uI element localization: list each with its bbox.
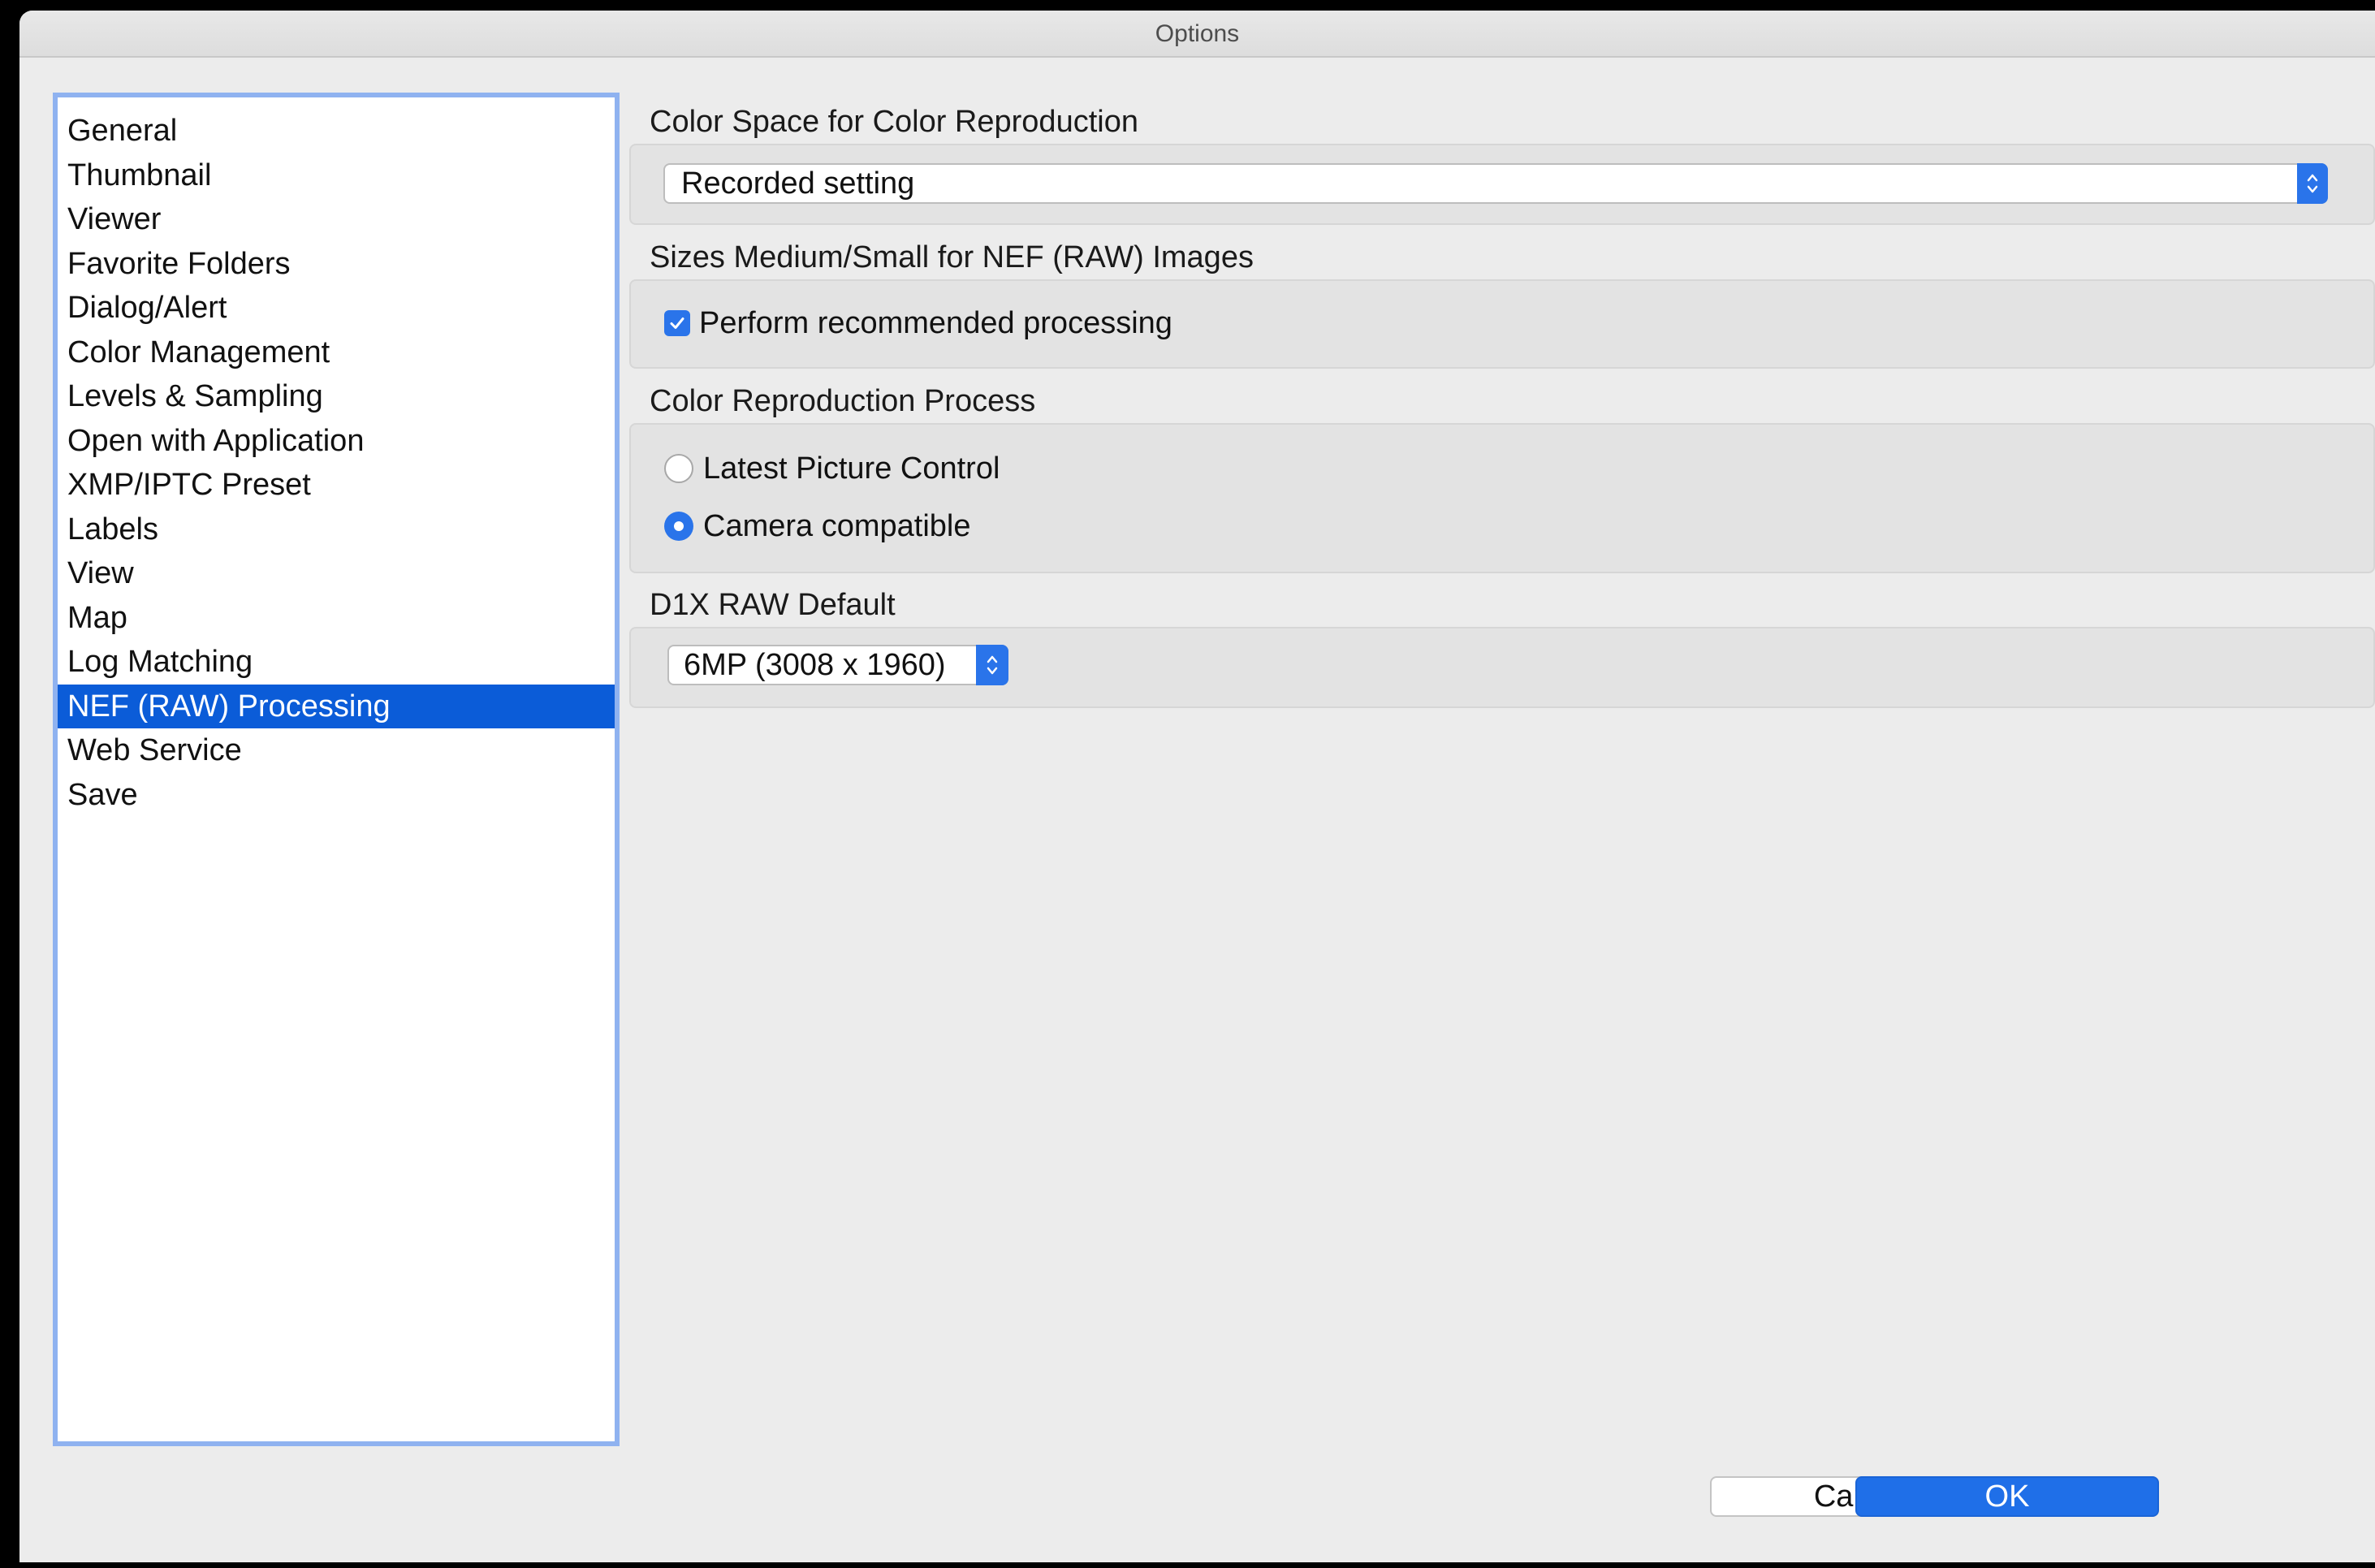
up-down-chevron-icon[interactable] <box>976 645 1008 685</box>
sidebar-item-xmp-iptc-preset[interactable]: XMP/IPTC Preset <box>58 463 615 508</box>
options-window: Options General Thumbnail Viewer Favorit… <box>19 11 2375 1562</box>
settings-panel: Color Space for Color Reproduction Recor… <box>629 11 2375 1562</box>
checkmark-icon <box>670 317 684 329</box>
sidebar-item-view[interactable]: View <box>58 551 615 596</box>
sidebar-item-color-management[interactable]: Color Management <box>58 330 615 375</box>
sidebar-item-thumbnail[interactable]: Thumbnail <box>58 153 615 198</box>
color-reproduction-group <box>629 423 2375 573</box>
latest-picture-control-label[interactable]: Latest Picture Control <box>703 451 1000 486</box>
radio-dot-icon <box>674 521 684 531</box>
sidebar-item-save[interactable]: Save <box>58 773 615 818</box>
sizes-section-title: Sizes Medium/Small for NEF (RAW) Images <box>650 240 1254 274</box>
sidebar-item-labels[interactable]: Labels <box>58 508 615 552</box>
sidebar-item-log-matching[interactable]: Log Matching <box>58 640 615 685</box>
sidebar-item-levels-sampling[interactable]: Levels & Sampling <box>58 374 615 419</box>
sidebar-item-map[interactable]: Map <box>58 596 615 641</box>
sidebar-item-favorite-folders[interactable]: Favorite Folders <box>58 242 615 287</box>
d1x-raw-select[interactable]: 6MP (3008 x 1960) <box>667 645 1008 685</box>
color-space-value: Recorded setting <box>681 166 915 201</box>
sidebar-item-nef-raw-processing[interactable]: NEF (RAW) Processing <box>58 684 615 728</box>
sidebar-item-web-service[interactable]: Web Service <box>58 728 615 773</box>
perform-processing-label[interactable]: Perform recommended processing <box>699 305 1172 341</box>
sidebar-item-open-with-application[interactable]: Open with Application <box>58 419 615 464</box>
up-down-chevron-icon[interactable] <box>2297 163 2328 204</box>
d1x-raw-section-title: D1X RAW Default <box>650 588 896 622</box>
color-reproduction-section-title: Color Reproduction Process <box>650 384 1036 418</box>
perform-processing-checkbox[interactable] <box>664 310 690 336</box>
sidebar-item-viewer[interactable]: Viewer <box>58 197 615 242</box>
color-space-section-title: Color Space for Color Reproduction <box>650 105 1138 139</box>
sidebar-item-dialog-alert[interactable]: Dialog/Alert <box>58 286 615 330</box>
d1x-raw-value: 6MP (3008 x 1960) <box>684 648 946 682</box>
latest-picture-control-radio[interactable] <box>664 454 693 483</box>
ok-button[interactable]: OK <box>1855 1476 2159 1517</box>
camera-compatible-label[interactable]: Camera compatible <box>703 508 970 544</box>
options-category-list[interactable]: General Thumbnail Viewer Favorite Folder… <box>53 93 620 1446</box>
camera-compatible-radio[interactable] <box>664 512 693 541</box>
color-space-select[interactable]: Recorded setting <box>663 163 2328 204</box>
sidebar-item-general[interactable]: General <box>58 109 615 153</box>
